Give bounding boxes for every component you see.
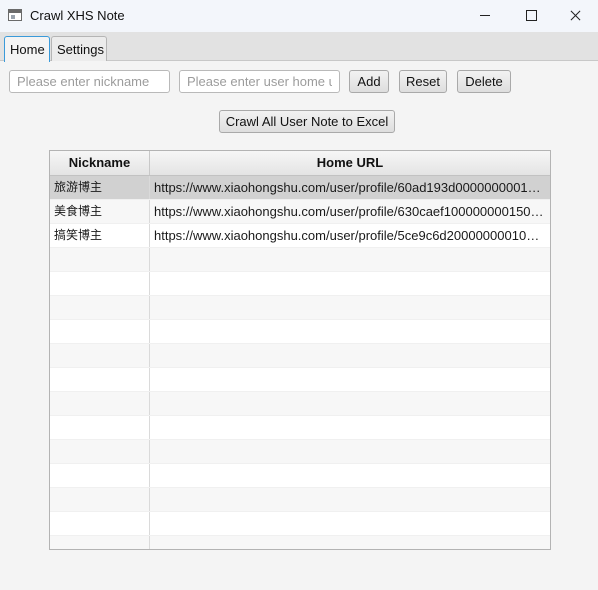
empty-cell [50, 368, 150, 391]
home-url-cell: https://www.xiaohongshu.com/user/profile… [154, 228, 540, 243]
delete-button[interactable]: Delete [457, 70, 511, 93]
user-table[interactable]: Nickname Home URL 旅游博主 https://www.xiaoh… [49, 150, 551, 550]
empty-cell [50, 440, 150, 463]
empty-table-row [50, 320, 550, 344]
crawl-all-button[interactable]: Crawl All User Note to Excel [219, 110, 395, 133]
empty-cell [50, 536, 150, 549]
empty-cell [50, 392, 150, 415]
tab-home[interactable]: Home [4, 36, 50, 62]
nickname-cell: 美食博主 [50, 200, 150, 223]
empty-cell [50, 464, 150, 487]
empty-cell [50, 512, 150, 535]
empty-table-row [50, 488, 550, 512]
empty-cell [50, 272, 150, 295]
empty-table-row [50, 368, 550, 392]
nickname-input[interactable] [9, 70, 170, 93]
empty-table-row [50, 512, 550, 536]
column-header-nickname[interactable]: Nickname [50, 151, 150, 175]
empty-cell [50, 416, 150, 439]
table-header: Nickname Home URL [50, 151, 550, 176]
empty-table-row [50, 440, 550, 464]
nickname-cell: 旅游博主 [50, 176, 150, 199]
user-home-url-input[interactable] [179, 70, 340, 93]
window-title: Crawl XHS Note [30, 8, 125, 23]
title-bar: Crawl XHS Note [0, 0, 598, 32]
empty-table-row [50, 248, 550, 272]
table-body: 旅游博主 https://www.xiaohongshu.com/user/pr… [50, 176, 550, 549]
home-url-cell: https://www.xiaohongshu.com/user/profile… [154, 204, 544, 219]
nickname-cell: 搞笑博主 [50, 224, 150, 247]
empty-table-row [50, 296, 550, 320]
column-header-home-url[interactable]: Home URL [150, 151, 550, 175]
reset-button[interactable]: Reset [399, 70, 447, 93]
tab-bar: Home Settings [0, 32, 598, 62]
empty-cell [50, 488, 150, 511]
table-row[interactable]: 搞笑博主 https://www.xiaohongshu.com/user/pr… [50, 224, 550, 248]
empty-table-row [50, 392, 550, 416]
empty-table-row [50, 272, 550, 296]
empty-table-row [50, 464, 550, 488]
empty-table-row [50, 344, 550, 368]
empty-cell [50, 296, 150, 319]
add-button[interactable]: Add [349, 70, 389, 93]
empty-cell [50, 344, 150, 367]
tab-settings[interactable]: Settings [51, 36, 107, 61]
empty-cell [50, 320, 150, 343]
app-window-icon [8, 9, 22, 21]
minimize-icon[interactable] [462, 0, 508, 32]
home-url-cell: https://www.xiaohongshu.com/user/profile… [154, 180, 541, 195]
empty-table-row [50, 416, 550, 440]
empty-table-row [50, 536, 550, 549]
maximize-icon[interactable] [508, 0, 554, 32]
close-icon[interactable] [552, 0, 598, 32]
table-row[interactable]: 旅游博主 https://www.xiaohongshu.com/user/pr… [50, 176, 550, 200]
table-row[interactable]: 美食博主 https://www.xiaohongshu.com/user/pr… [50, 200, 550, 224]
empty-cell [50, 248, 150, 271]
